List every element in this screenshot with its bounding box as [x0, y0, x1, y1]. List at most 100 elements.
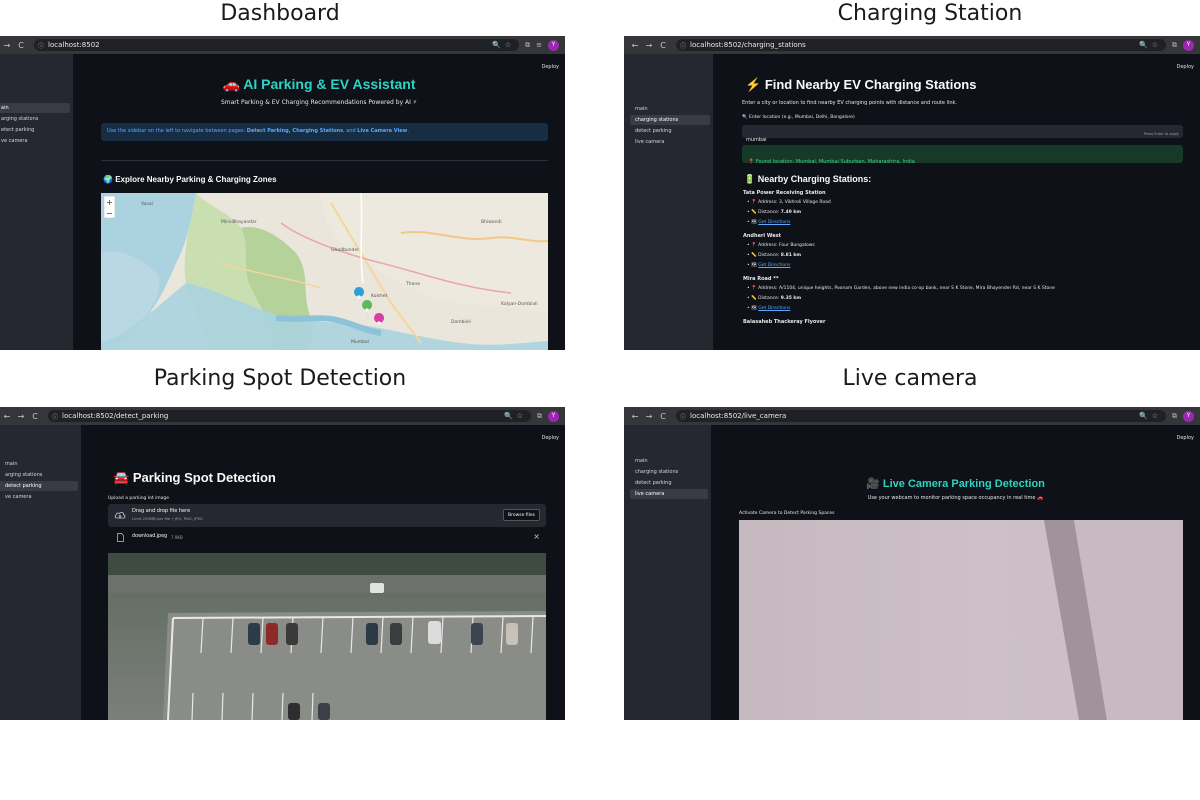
distance-label: 📏 Distance: [751, 296, 781, 301]
reload-button[interactable]: C [656, 41, 670, 50]
lightning-icon: ⚡ [745, 77, 762, 92]
dropzone-title: Drag and drop file here [132, 508, 191, 514]
extensions-icon[interactable]: ⧉ [525, 41, 530, 50]
reload-button[interactable]: C [656, 412, 670, 421]
info-text-suffix: . [407, 128, 409, 134]
sidebar-item-charging-stations[interactable]: arging stations [0, 470, 78, 480]
profile-avatar[interactable]: Y [1183, 410, 1194, 422]
profile-avatar[interactable]: Y [548, 410, 559, 422]
station-distance: • 📏 Distance: 7.49 km [747, 210, 802, 215]
address-bar[interactable]: ⓘ localhost:8502/live_camera 🔍☆ [676, 410, 1166, 422]
extensions-icon[interactable]: ⧉ [1172, 41, 1177, 50]
forward-button[interactable]: → [642, 412, 656, 421]
battery-icon: 🔋 [744, 174, 756, 184]
address-bar[interactable]: ⓘ localhost:8502/detect_parking 🔍☆ [48, 410, 531, 422]
page-subtitle: Smart Parking & EV Charging Recommendati… [220, 99, 418, 106]
profile-avatar[interactable]: Y [1183, 39, 1194, 51]
site-info-icon[interactable]: ⓘ [52, 412, 58, 421]
sidebar-item-main[interactable]: main [630, 456, 708, 466]
sidebar: main charging stations detect parking li… [624, 54, 713, 350]
browser-toolbar: ← → C ⓘ localhost:8502/detect_parking 🔍☆… [0, 407, 565, 425]
distance-value: 7.49 km [780, 210, 802, 215]
sidebar-item-main[interactable]: ain [0, 103, 70, 113]
remove-file-button[interactable]: × [533, 532, 540, 541]
sidebar-item-charging-stations[interactable]: charging stations [630, 115, 710, 125]
station-name-text: Balasaheb Thackeray Flyover [743, 319, 826, 325]
map-zoom-in-button[interactable]: + [106, 198, 113, 207]
site-info-icon[interactable]: ⓘ [680, 41, 686, 50]
uploaded-file: download.jpeg 7.9KB × [108, 531, 546, 544]
map-label-vasai: Vasai [141, 201, 153, 207]
page-title: 🚘 Parking Spot Detection [113, 470, 276, 486]
forward-button[interactable]: → [14, 412, 28, 421]
station-item: Tata Power Receiving Station • 📍 Address… [743, 190, 1183, 233]
car-icon: 🚘 [113, 470, 130, 485]
sidebar-item-charging-stations[interactable]: charging stations [630, 467, 708, 477]
page-title-text: AI Parking & EV Assistant [243, 76, 416, 92]
get-directions-link[interactable]: Get Directions [758, 306, 790, 311]
zoom-and-bookmark-icons[interactable]: 🔍☆ [504, 412, 527, 420]
address-bar[interactable]: ⓘ localhost:8502/charging_stations 🔍☆ [676, 39, 1166, 51]
upload-label: Upload a parking lot image [108, 496, 170, 501]
deploy-button[interactable]: Deploy [541, 64, 559, 70]
sidebar-item-detect-parking[interactable]: etect parking [0, 125, 70, 135]
forward-button[interactable]: → [642, 41, 656, 50]
charging-station-screenshot: ← → C ⓘ localhost:8502/charging_stations… [624, 36, 1200, 350]
back-button[interactable]: ← [628, 412, 642, 421]
station-name-text: Tata Power Receiving Station [743, 190, 826, 196]
forward-button[interactable]: → [0, 41, 14, 50]
station-name: Andheri West [743, 233, 1183, 243]
webcam-feed[interactable] [739, 520, 1183, 720]
deploy-button[interactable]: Deploy [1176, 435, 1194, 441]
zoom-and-bookmark-icons[interactable]: 🔍☆ [1139, 412, 1162, 420]
browser-toolbar: ← → C ⓘ localhost:8502/charging_stations… [624, 36, 1200, 54]
address-bar[interactable]: ⓘ localhost:8502 🔍☆ [34, 39, 520, 51]
main-content: Deploy 🎥 Live Camera Parking Detection U… [711, 425, 1200, 720]
zoom-and-bookmark-icons[interactable]: 🔍☆ [492, 41, 515, 49]
url-text: localhost:8502 [48, 41, 100, 49]
sidebar-item-live-camera[interactable]: live camera [630, 489, 708, 499]
sidebar-item-main[interactable]: main [630, 104, 710, 114]
sidebar-item-detect-parking[interactable]: detect parking [630, 478, 708, 488]
caption-dashboard: Dashboard [220, 1, 340, 26]
station-address: • 📍 Address: 3, Vikhroli Village Road [747, 200, 831, 205]
extensions-icon[interactable]: ⧉ [1172, 412, 1177, 421]
reload-button[interactable]: C [14, 41, 28, 50]
address-value: 3, Vikhroli Village Road [779, 200, 831, 205]
station-directions: • 🗺 Get Directions [747, 306, 791, 311]
site-info-icon[interactable]: ⓘ [38, 41, 44, 50]
map-label-mira-bhayandar: Mira-Bhayandar [221, 219, 257, 225]
media-icon[interactable]: ≡ [536, 41, 542, 49]
station-distance: • 📏 Distance: 9.35 km [747, 296, 802, 301]
section-heading: 🔋 Nearby Charging Stations: [744, 174, 871, 185]
sidebar-item-main[interactable]: main [0, 459, 78, 469]
location-input[interactable]: mumbai Press Enter to apply [742, 125, 1183, 143]
sidebar-item-live-camera[interactable]: live camera [630, 137, 710, 147]
browse-files-button[interactable]: Browse files [502, 509, 540, 521]
reload-button[interactable]: C [28, 412, 42, 421]
deploy-button[interactable]: Deploy [541, 435, 559, 441]
profile-avatar[interactable]: Y [548, 39, 559, 51]
sidebar-item-live-camera[interactable]: ve camera [0, 492, 78, 502]
map-zoom-out-button[interactable]: − [106, 209, 113, 218]
get-directions-link[interactable]: Get Directions [758, 263, 790, 268]
station-list: Tata Power Receiving Station • 📍 Address… [743, 190, 1183, 329]
page-title: ⚡ Find Nearby EV Charging Stations [745, 77, 976, 93]
station-distance: • 📏 Distance: 8.81 km [747, 253, 802, 258]
deploy-button[interactable]: Deploy [1176, 64, 1194, 70]
get-directions-link[interactable]: Get Directions [758, 220, 790, 225]
globe-icon: 🌍 [103, 175, 113, 184]
sidebar-item-charging-stations[interactable]: arging stations [0, 114, 70, 124]
sidebar-item-detect-parking[interactable]: detect parking [0, 481, 78, 491]
page-title-text: Live Camera Parking Detection [882, 478, 1045, 490]
map-view[interactable]: Mira-Bhayandar Bhiwandi Kalyan-Dombivli … [101, 193, 548, 350]
site-info-icon[interactable]: ⓘ [680, 412, 686, 421]
back-button[interactable]: ← [628, 41, 642, 50]
sidebar-item-live-camera[interactable]: ve camera [0, 136, 70, 146]
file-dropzone[interactable]: Drag and drop file here Limit 200MB per … [108, 504, 546, 527]
sidebar-item-detect-parking[interactable]: detect parking [630, 126, 710, 136]
zoom-and-bookmark-icons[interactable]: 🔍☆ [1139, 41, 1162, 49]
back-button[interactable]: ← [0, 412, 14, 421]
extensions-icon[interactable]: ⧉ [537, 412, 542, 421]
cloud-upload-icon [114, 512, 126, 519]
